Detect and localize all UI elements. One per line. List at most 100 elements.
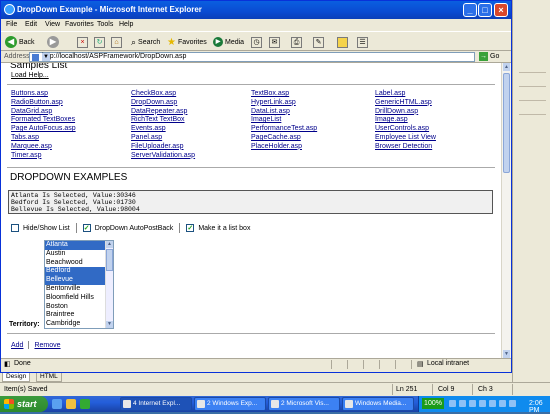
link-employee-list-view[interactable]: Employee List View: [375, 134, 495, 143]
scroll-down-icon[interactable]: ▼: [503, 350, 510, 358]
taskbar-internet-explorer[interactable]: 4 Internet Expl...: [120, 397, 192, 411]
ie-quicklaunch-icon[interactable]: [52, 399, 62, 409]
list-item[interactable]: Beachwood: [45, 259, 113, 268]
start-button[interactable]: start: [0, 396, 48, 412]
hide-show-list-checkbox[interactable]: [11, 224, 19, 232]
territory-listbox[interactable]: Atlanta Austin Beachwood Bedford Bellevu…: [44, 240, 114, 329]
scroll-thumb[interactable]: [503, 73, 510, 173]
tray-icon[interactable]: [489, 400, 496, 407]
taskbar-visual-studio[interactable]: 2 Microsoft Vis...: [268, 397, 340, 411]
menu-view[interactable]: View: [45, 21, 60, 28]
list-item[interactable]: Bentonville: [45, 285, 113, 294]
link-datagrid[interactable]: DataGrid.asp: [11, 108, 131, 117]
link-page-autofocus[interactable]: Page AutoFocus.asp: [11, 125, 131, 134]
tab-design[interactable]: Design: [2, 373, 31, 382]
link-performancetest[interactable]: PerformanceTest.asp: [251, 125, 371, 134]
menu-edit[interactable]: Edit: [25, 21, 37, 28]
edit-button[interactable]: ✎: [313, 35, 324, 49]
volume-icon[interactable]: [509, 400, 516, 407]
link-drilldown[interactable]: DrillDown.asp: [375, 108, 495, 117]
link-richtext-textbox[interactable]: RichText TextBox: [131, 116, 251, 125]
stop-button[interactable]: ×: [77, 35, 88, 49]
autopostback-checkbox[interactable]: ✓: [82, 224, 91, 232]
listbox-scrollbar[interactable]: ▲ ▼: [105, 241, 113, 328]
maximize-button[interactable]: □: [478, 3, 492, 17]
close-button[interactable]: ×: [494, 3, 508, 17]
scroll-thumb[interactable]: [106, 249, 113, 271]
favorites-button[interactable]: ★ Favorites: [167, 35, 207, 49]
link-marquee[interactable]: Marquee.asp: [11, 143, 131, 152]
link-fileuploader[interactable]: FileUploader.asp: [131, 143, 251, 152]
link-placeholder[interactable]: PlaceHolder.asp: [251, 143, 371, 152]
hide-show-list-option[interactable]: Hide/Show List: [11, 224, 70, 232]
link-datalist[interactable]: DataList.asp: [251, 108, 371, 117]
link-pagecache[interactable]: PageCache.asp: [251, 134, 371, 143]
load-help-link[interactable]: Load Help...: [11, 72, 49, 79]
tray-icon[interactable]: [449, 400, 456, 407]
link-buttons[interactable]: Buttons.asp: [11, 90, 131, 99]
menu-favorites[interactable]: Favorites: [65, 21, 94, 28]
link-textbox[interactable]: TextBox.asp: [251, 90, 371, 99]
list-box-option[interactable]: ✓ Make it a list box: [186, 224, 250, 232]
scroll-down-icon[interactable]: ▼: [106, 321, 113, 328]
address-dropdown-icon[interactable]: ▼: [42, 53, 50, 61]
autopostback-option[interactable]: ✓ DropDown AutoPostBack: [82, 224, 173, 232]
link-servervalidation[interactable]: ServerValidation.asp: [131, 152, 251, 161]
minimize-button[interactable]: _: [463, 3, 477, 17]
tray-icon[interactable]: [469, 400, 476, 407]
link-panel[interactable]: Panel.asp: [131, 134, 251, 143]
page-scrollbar[interactable]: ▲ ▼: [501, 63, 511, 358]
search-button[interactable]: ⌕ Search: [131, 35, 160, 49]
address-input[interactable]: http://localhost/ASPFramework/DropDown.a…: [29, 52, 475, 62]
link-timer[interactable]: Timer.asp: [11, 152, 131, 161]
scroll-up-icon[interactable]: ▲: [503, 63, 510, 71]
link-formated-textboxes[interactable]: Formated TextBoxes: [11, 116, 131, 125]
link-events[interactable]: Events.asp: [131, 125, 251, 134]
tray-icon[interactable]: [499, 400, 506, 407]
link-image[interactable]: Image.asp: [375, 116, 495, 125]
list-item[interactable]: Atlanta: [45, 241, 113, 250]
link-usercontrols[interactable]: UserControls.asp: [375, 125, 495, 134]
go-button[interactable]: → Go: [479, 52, 499, 61]
taskbar-windows-media[interactable]: Windows Media...: [342, 397, 414, 411]
link-generichtml[interactable]: GenericHTML.asp: [375, 99, 495, 108]
list-item[interactable]: Bloomfield Hills: [45, 294, 113, 303]
link-dropdown[interactable]: DropDown.asp: [131, 99, 251, 108]
add-link[interactable]: Add: [11, 342, 23, 349]
refresh-button[interactable]: ↻: [94, 35, 105, 49]
link-browser-detection[interactable]: Browser Detection: [375, 143, 495, 152]
list-item[interactable]: Bedford: [45, 267, 113, 277]
title-bar[interactable]: DropDown Example - Microsoft Internet Ex…: [1, 1, 511, 19]
tray-icon[interactable]: [459, 400, 466, 407]
tray-icon[interactable]: [479, 400, 486, 407]
scroll-up-icon[interactable]: ▲: [106, 241, 113, 248]
home-button[interactable]: ⌂: [111, 35, 122, 49]
list-box-checkbox[interactable]: ✓: [186, 224, 195, 232]
media-button[interactable]: ▶ Media: [213, 35, 244, 49]
link-label[interactable]: Label.asp: [375, 90, 495, 99]
link-tabs[interactable]: Tabs.asp: [11, 134, 131, 143]
back-button[interactable]: ◀ Back: [5, 35, 35, 49]
list-item[interactable]: Austin: [45, 250, 113, 259]
link-hyperlink[interactable]: HyperLink.asp: [251, 99, 371, 108]
link-radiobutton[interactable]: RadioButton.asp: [11, 99, 131, 108]
mail-button[interactable]: ✉: [269, 35, 280, 49]
list-item[interactable]: Boston: [45, 303, 113, 312]
menu-tools[interactable]: Tools: [97, 21, 113, 28]
list-item[interactable]: Braintree: [45, 311, 113, 320]
link-checkbox[interactable]: CheckBox.asp: [131, 90, 251, 99]
list-item[interactable]: Bellevue: [45, 276, 113, 285]
explorer-quicklaunch-icon[interactable]: [66, 399, 76, 409]
history-button[interactable]: ◷: [251, 35, 262, 49]
taskbar-windows-explorer[interactable]: 2 Windows Exp...: [194, 397, 266, 411]
menu-help[interactable]: Help: [119, 21, 133, 28]
link-datarepeater[interactable]: DataRepeater.asp: [131, 108, 251, 117]
list-item[interactable]: Cambridge: [45, 320, 113, 328]
print-button[interactable]: ⎙: [291, 35, 302, 49]
tab-html[interactable]: HTML: [36, 373, 62, 382]
desktop-quicklaunch-icon[interactable]: [80, 399, 90, 409]
link-imagelist[interactable]: ImageList: [251, 116, 371, 125]
messenger-button[interactable]: [337, 35, 348, 49]
menu-file[interactable]: File: [6, 21, 17, 28]
discuss-button[interactable]: ☰: [357, 35, 368, 49]
